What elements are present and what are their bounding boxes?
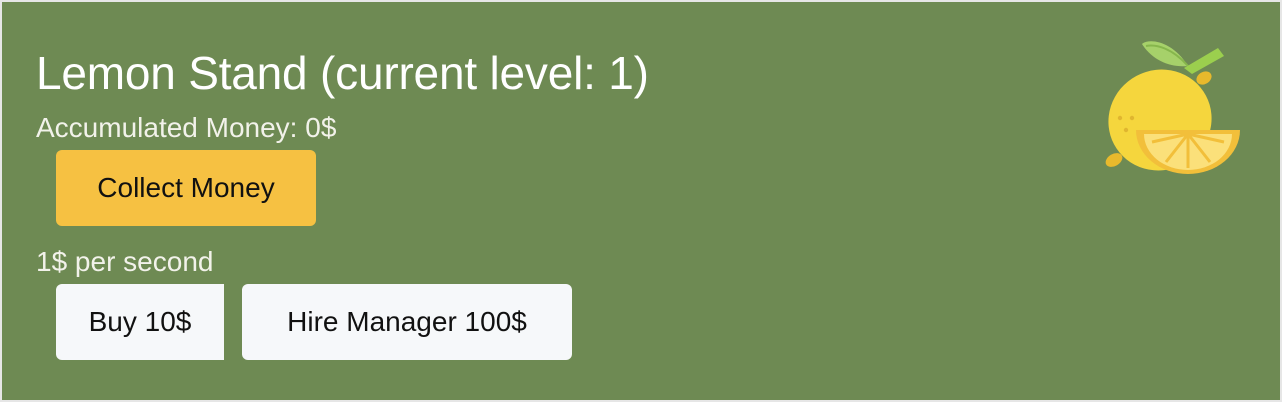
lemon-stand-card: Lemon Stand (current level: 1) Accumulat… (0, 0, 1282, 402)
collect-money-button[interactable]: Collect Money (56, 150, 316, 226)
buy-button[interactable]: Buy 10$ (56, 284, 224, 360)
lemon-icon (1105, 41, 1240, 174)
accumulated-money: Accumulated Money: 0$ (36, 112, 337, 143)
income-rate: 1$ per second (36, 246, 214, 277)
hire-manager-button[interactable]: Hire Manager 100$ (242, 284, 572, 360)
stand-title: Lemon Stand (current level: 1) (36, 47, 649, 99)
